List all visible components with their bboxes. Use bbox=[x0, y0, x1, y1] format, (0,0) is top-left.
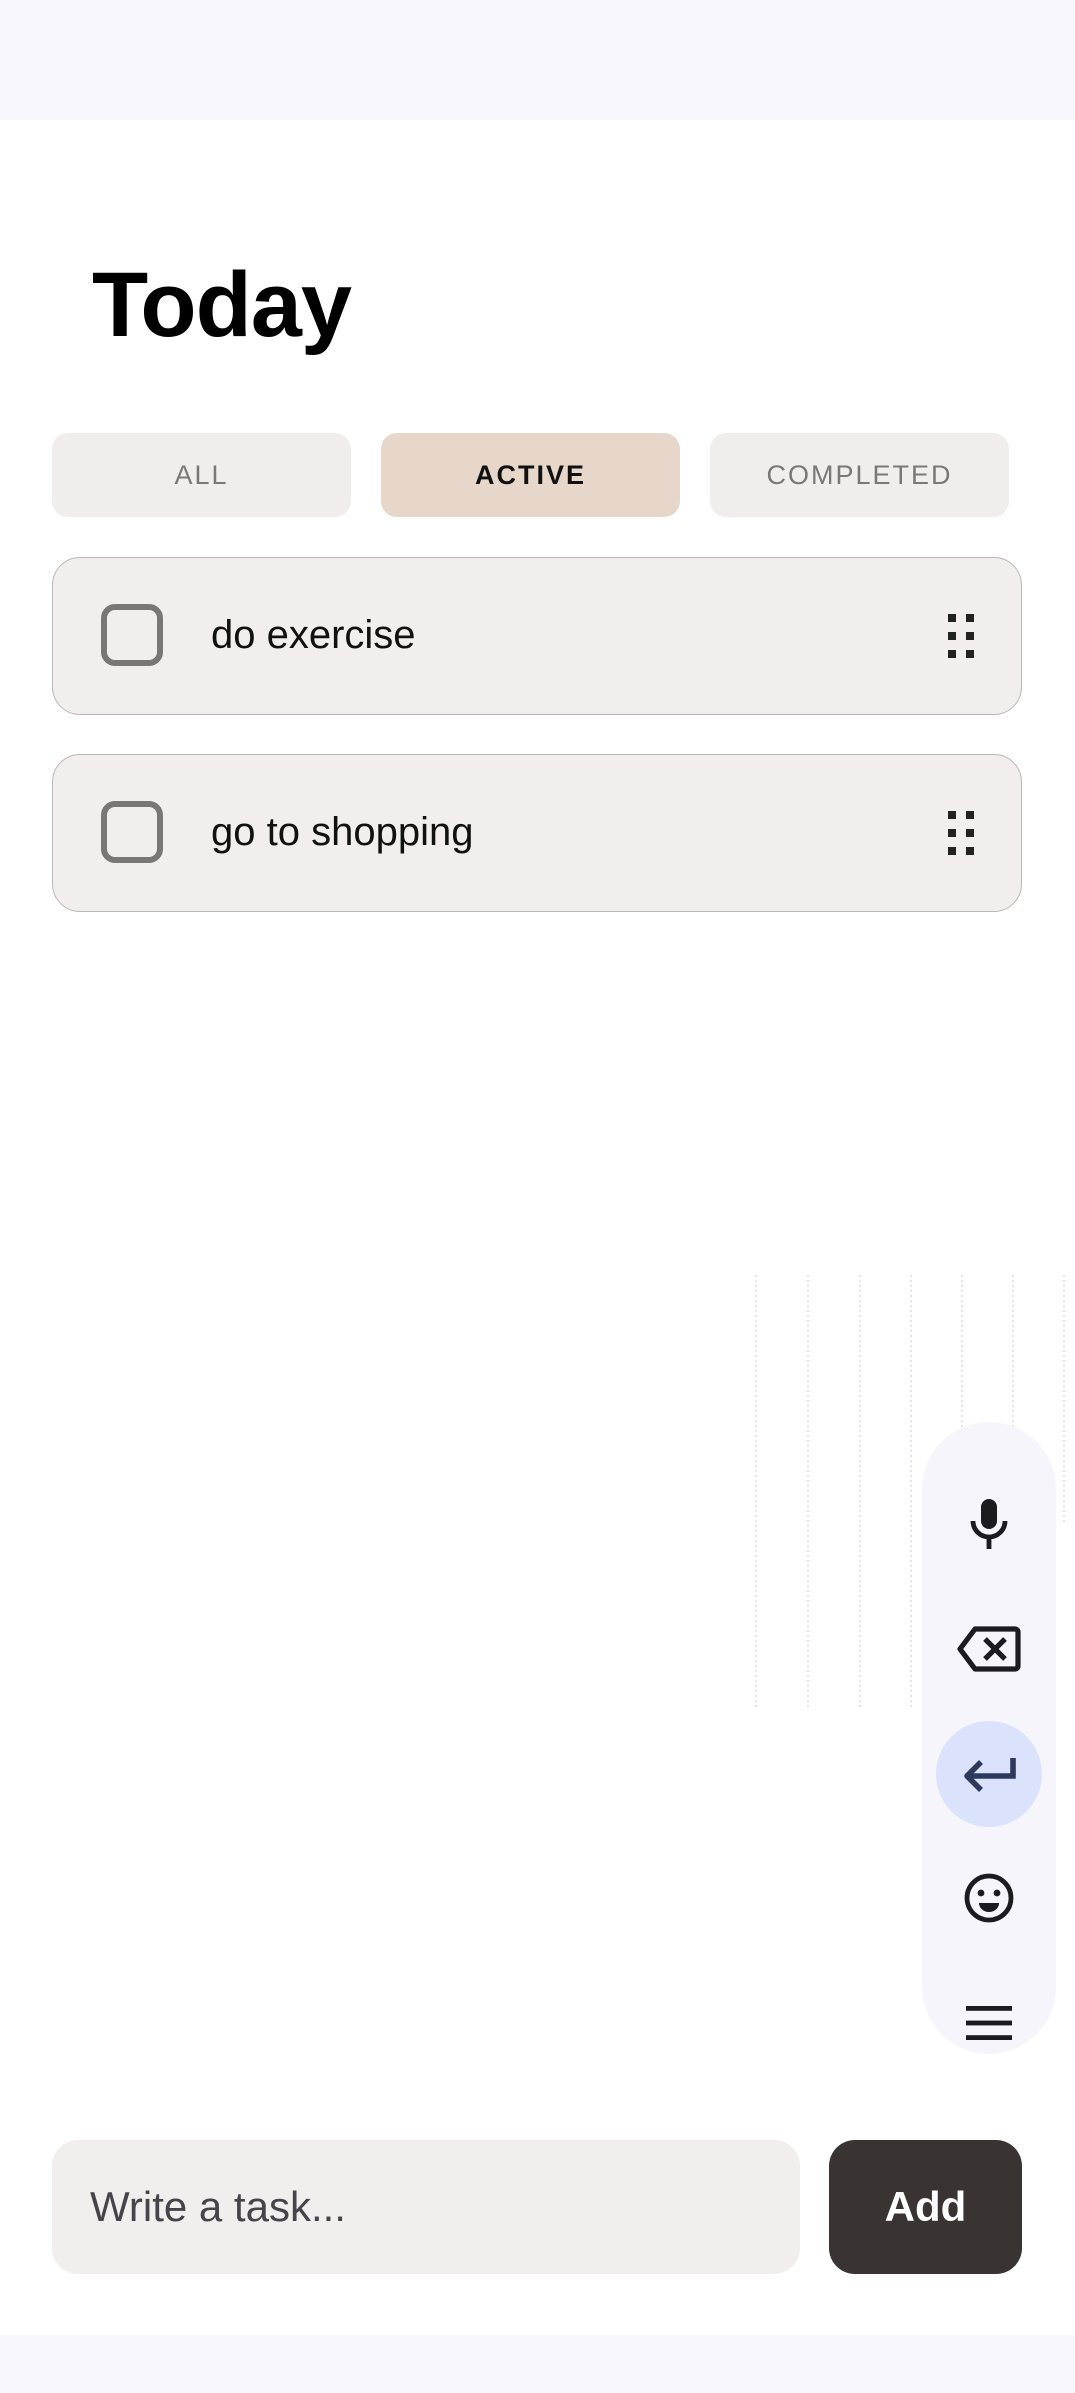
tab-active[interactable]: ACTIVE bbox=[381, 433, 680, 517]
status-bar bbox=[0, 0, 1075, 120]
emoji-button[interactable] bbox=[936, 1845, 1042, 1951]
keyboard-toolbar bbox=[922, 1422, 1056, 2054]
add-button[interactable]: Add bbox=[829, 2140, 1022, 2274]
menu-button[interactable] bbox=[936, 1970, 1042, 2076]
backspace-button[interactable] bbox=[936, 1596, 1042, 1702]
task-checkbox[interactable] bbox=[101, 604, 163, 666]
drag-handle-icon[interactable] bbox=[948, 614, 974, 658]
task-label: go to shopping bbox=[211, 810, 474, 854]
backspace-icon bbox=[957, 1626, 1021, 1672]
task-checkbox[interactable] bbox=[101, 801, 163, 863]
task-input[interactable] bbox=[52, 2140, 800, 2274]
task-item[interactable]: go to shopping bbox=[52, 754, 1022, 912]
drag-handle-icon[interactable] bbox=[948, 811, 974, 855]
mic-button[interactable] bbox=[936, 1471, 1042, 1577]
enter-icon bbox=[964, 1758, 1016, 1792]
enter-button[interactable] bbox=[936, 1721, 1042, 1827]
navigation-bar bbox=[0, 2335, 1075, 2393]
task-item[interactable]: do exercise bbox=[52, 557, 1022, 715]
task-label: do exercise bbox=[211, 613, 416, 657]
emoji-icon bbox=[964, 1873, 1014, 1923]
menu-icon bbox=[966, 2006, 1012, 2040]
mic-icon bbox=[970, 1499, 1008, 1549]
tab-all[interactable]: ALL bbox=[52, 433, 351, 517]
tab-completed[interactable]: COMPLETED bbox=[710, 433, 1009, 517]
page-title: Today bbox=[92, 254, 352, 356]
